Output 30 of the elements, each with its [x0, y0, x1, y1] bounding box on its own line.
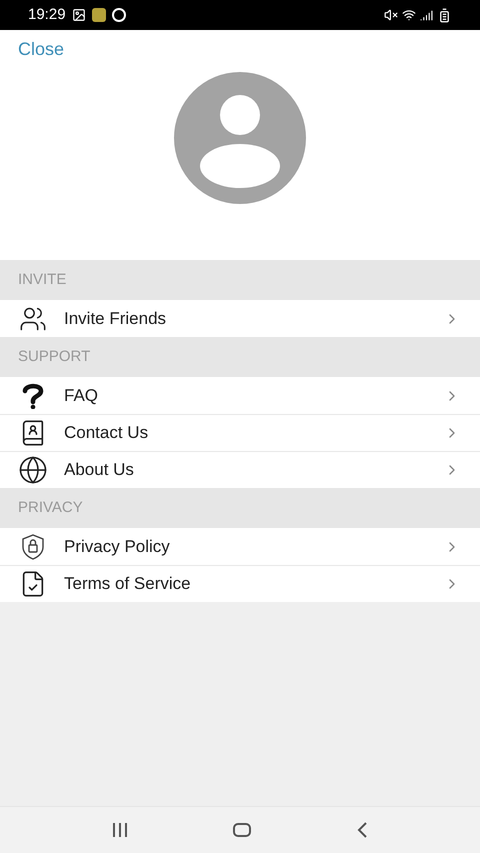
menu-item-label: Invite Friends	[64, 308, 168, 330]
globe-icon	[18, 455, 48, 485]
status-time: 19:29	[28, 4, 66, 25]
home-button[interactable]	[232, 823, 251, 837]
close-button[interactable]: Close	[18, 36, 64, 63]
menu-item[interactable]: Contact Us	[0, 414, 480, 451]
menu-item-label: Terms of Service	[64, 573, 192, 596]
menu-item-label: About Us	[64, 459, 135, 482]
shield-lock-icon	[21, 534, 45, 560]
question-mark-icon	[22, 382, 44, 408]
menu-item[interactable]: Invite Friends	[0, 300, 480, 337]
menu-item-label: FAQ	[64, 384, 100, 407]
section-header: INVITE	[18, 270, 66, 290]
avatar-icon	[174, 72, 306, 204]
section-header: PRIVACY	[18, 498, 83, 518]
wifi-icon	[402, 8, 416, 22]
back-icon[interactable]	[356, 822, 368, 838]
mute-icon	[384, 8, 398, 22]
image-icon	[72, 8, 86, 22]
menu-item-label: Privacy Policy	[64, 536, 171, 558]
section-header: SUPPORT	[18, 346, 90, 367]
menu-item-label: Contact Us	[64, 422, 150, 444]
app-notification-icon	[92, 8, 106, 22]
menu-item[interactable]: Privacy Policy	[0, 528, 480, 565]
recent-apps-icon[interactable]	[112, 823, 128, 837]
menu-item[interactable]: Terms of Service	[0, 565, 480, 602]
signal-icon	[420, 8, 433, 22]
circle-notification-icon	[112, 8, 126, 22]
menu-item[interactable]: FAQ	[0, 377, 480, 414]
battery-icon	[437, 8, 452, 22]
